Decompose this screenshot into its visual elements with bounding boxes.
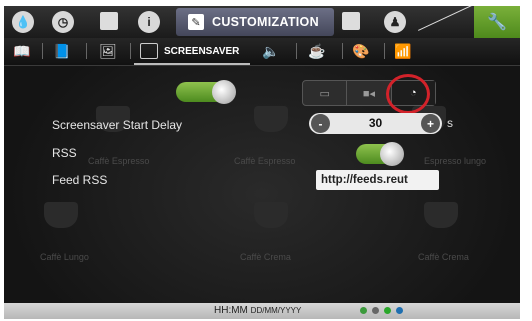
date-text: DD/MM/YYYY (250, 306, 302, 315)
background-beverage-label: Caffè Espresso (88, 156, 150, 166)
divider (130, 43, 131, 59)
flag-icon[interactable] (100, 12, 118, 30)
info-icon[interactable]: i (138, 11, 160, 33)
image-mode-icon[interactable]: ▭ (303, 81, 348, 105)
palette-icon[interactable]: 🎨 (348, 41, 374, 61)
divider (86, 43, 87, 59)
decrease-button[interactable]: - (311, 114, 330, 133)
background-beverage-label: Espresso lungo (424, 156, 487, 166)
video-mode-icon[interactable]: ■◂ (347, 81, 392, 105)
beverage-cup (424, 202, 458, 228)
tab-customization[interactable]: ✎ CUSTOMIZATION (176, 8, 334, 36)
increase-button[interactable]: + (421, 114, 440, 133)
customization-subtabs: 📖 📘 🖼 SCREENSAVER 🔈 ☕ 🎨 📶 (4, 38, 520, 66)
pencil-icon: ✎ (188, 14, 204, 30)
background-beverage-label: Caffè Lungo (40, 252, 89, 262)
start-delay-stepper[interactable]: - 30 + (309, 113, 442, 134)
feed-rss-label: Feed RSS (52, 173, 108, 187)
background-beverage-label: Caffè Crema (240, 252, 291, 262)
wrench-icon[interactable]: 🔧 (474, 6, 520, 38)
wifi-status-icon (360, 307, 367, 314)
speaker-status-icon (372, 307, 379, 314)
tab-screensaver-label: SCREENSAVER (164, 45, 240, 57)
tab-customization-label: CUSTOMIZATION (212, 15, 319, 29)
datetime: HH:MM DD/MM/YYYY (214, 305, 301, 316)
speaker-icon[interactable]: 🔈 (258, 41, 284, 61)
tab-screensaver[interactable]: SCREENSAVER (134, 39, 250, 65)
water-drop-icon[interactable]: 💧 (12, 11, 34, 33)
image-icon[interactable]: 🖼 (96, 41, 120, 61)
online-status-icon (384, 307, 391, 314)
start-delay-label: Screensaver Start Delay (52, 118, 183, 132)
screensaver-icon (140, 43, 158, 59)
start-delay-unit: s (447, 116, 453, 130)
calculator-icon[interactable] (342, 12, 360, 30)
beans-icon[interactable]: ☕ (304, 41, 330, 61)
highlight-circle (386, 74, 430, 114)
time-text: HH:MM (214, 305, 248, 316)
user-icon[interactable]: ♟ (384, 11, 406, 33)
divider (42, 43, 43, 59)
clock-icon[interactable]: ◷ (52, 11, 74, 33)
beverage-cup (254, 106, 288, 132)
open-book-icon[interactable]: 📘 (50, 41, 74, 61)
rss-label: RSS (52, 146, 77, 160)
background-beverage-label: Caffè Crema (418, 252, 469, 262)
rss-toggle[interactable] (356, 142, 404, 166)
beverage-cup (44, 202, 78, 228)
screensaver-settings-screen: Caffè Espresso Caffè Espresso Espresso l… (4, 6, 520, 319)
status-bar: HH:MM DD/MM/YYYY (4, 303, 520, 319)
beverage-cup (254, 202, 288, 228)
top-navigation-bar: 💧 ◷ i ✎ CUSTOMIZATION ♟ 🔧 (4, 6, 520, 39)
background-beverage-label: Caffè Espresso (234, 156, 296, 166)
toggle-knob (380, 142, 404, 166)
divider (342, 43, 343, 59)
book-icon[interactable]: 📖 (10, 41, 34, 61)
feed-rss-input[interactable]: http://feeds.reut (316, 170, 439, 190)
screensaver-toggle[interactable] (176, 80, 236, 104)
wifi-icon[interactable]: 📶 (390, 41, 416, 61)
start-delay-value: 30 (368, 116, 383, 130)
divider (384, 43, 385, 59)
divider (296, 43, 297, 59)
user-status-icon (396, 307, 403, 314)
toggle-knob (212, 80, 236, 104)
